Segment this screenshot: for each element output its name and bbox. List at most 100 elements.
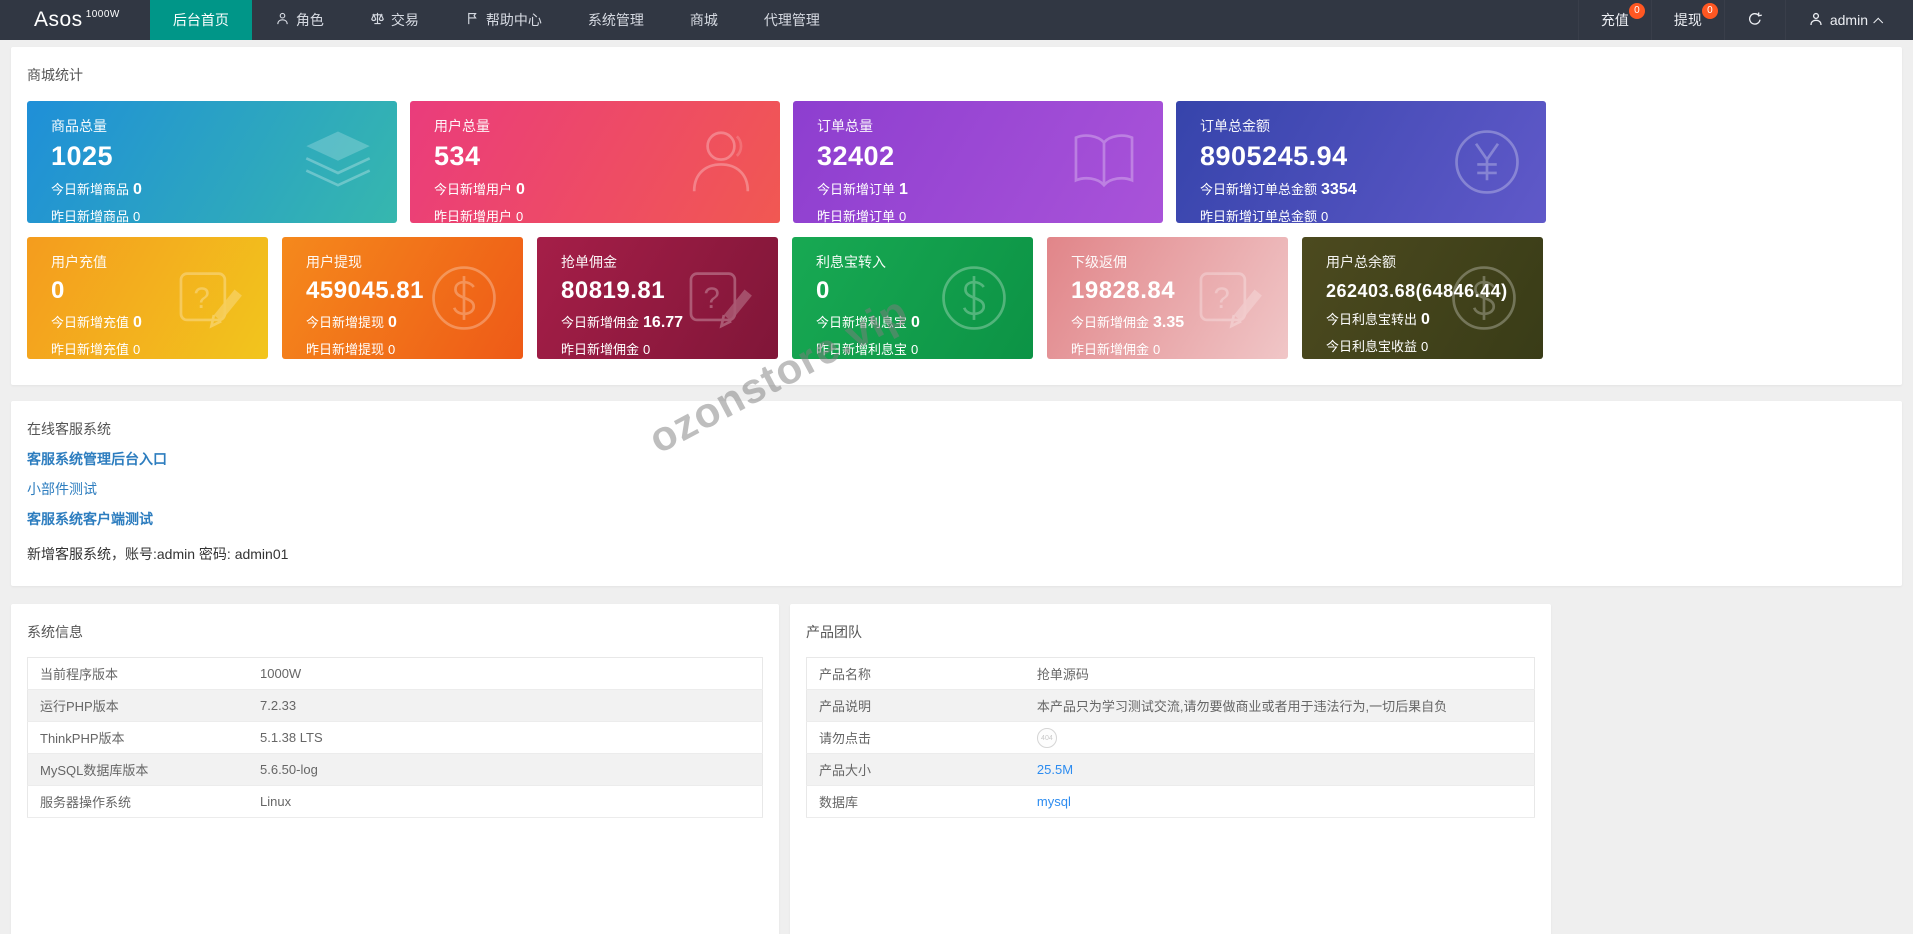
stat-card-subline: 今日利息宝收益0 — [1326, 336, 1543, 355]
product-team-panel: 产品团队 产品名称抢单源码产品说明本产品只为学习测试交流,请勿要做商业或者用于违… — [790, 604, 1551, 934]
table-row: MySQL数据库版本5.6.50-log — [28, 754, 763, 786]
row-label: 运行PHP版本 — [28, 690, 249, 722]
row-label: 产品名称 — [807, 658, 1025, 690]
logo-text: Asos — [34, 8, 83, 32]
table-row: 请勿点击 404 — [807, 722, 1535, 754]
navbar-right: 充值 0 提现 0 admin — [1578, 0, 1913, 40]
row-value: 5.6.50-log — [248, 754, 763, 786]
subline-label: 今日新增订单总金额 — [1200, 182, 1317, 197]
value-text: Linux — [260, 794, 291, 809]
stat-card-subline: 昨日新增订单总金额0 — [1200, 206, 1546, 223]
subline-value: 0 — [133, 209, 140, 223]
row-value: 25.5M — [1025, 754, 1535, 786]
subline-value: 0 — [1321, 209, 1328, 223]
product-team-heading: 产品团队 — [806, 622, 1535, 642]
row-value: Linux — [248, 786, 763, 818]
subline-value: 3354 — [1321, 181, 1357, 198]
broken-image-404-icon[interactable]: 404 — [1037, 728, 1057, 748]
nav-item-label: 角色 — [296, 10, 324, 30]
service-link[interactable]: 客服系统客户端测试 — [27, 509, 1886, 529]
nav-item-help-center[interactable]: 帮助中心 — [442, 0, 565, 40]
recharge-button[interactable]: 充值 0 — [1578, 0, 1651, 40]
refresh-button[interactable] — [1724, 0, 1785, 40]
subline-value: 1 — [899, 181, 908, 198]
product-team-table: 产品名称抢单源码产品说明本产品只为学习测试交流,请勿要做商业或者用于违法行为,一… — [806, 657, 1535, 818]
value-link[interactable]: 25.5M — [1037, 762, 1073, 777]
user-menu[interactable]: admin — [1785, 0, 1903, 40]
dollar-icon — [935, 259, 1013, 337]
stat-card: 商品总量1025今日新增商品0昨日新增商品0 — [27, 101, 397, 223]
scales-icon — [370, 11, 385, 29]
service-link[interactable]: 客服系统管理后台入口 — [27, 449, 1886, 469]
table-row: 产品大小25.5M — [807, 754, 1535, 786]
table-row: 服务器操作系统Linux — [28, 786, 763, 818]
stat-card-subline: 昨日新增提现0 — [306, 339, 523, 358]
stat-card: 订单总量32402今日新增订单1昨日新增订单0 — [793, 101, 1163, 223]
stat-card-subline: 昨日新增佣金0 — [561, 339, 778, 358]
nav-item-agent[interactable]: 代理管理 — [741, 0, 843, 40]
online-service-panel: 在线客服系统 客服系统管理后台入口小部件测试客服系统客户端测试 新增客服系统，账… — [11, 401, 1902, 586]
nav-item-label: 后台首页 — [173, 10, 229, 30]
subline-label: 今日新增利息宝 — [816, 315, 907, 330]
row-value: 抢单源码 — [1025, 658, 1535, 690]
service-account-note: 新增客服系统，账号:admin 密码: admin01 — [27, 544, 1886, 564]
nav-item-home[interactable]: 后台首页 — [150, 0, 252, 40]
main-nav: 后台首页 角色 交易 帮助中心 系统管理商城代理管理 — [150, 0, 843, 40]
table-row: 产品说明本产品只为学习测试交流,请勿要做商业或者用于违法行为,一切后果自负 — [807, 690, 1535, 722]
nav-item-label: 交易 — [391, 10, 419, 30]
bottom-panels: 系统信息 当前程序版本1000W运行PHP版本7.2.33ThinkPHP版本5… — [11, 604, 1902, 934]
nav-item-label: 帮助中心 — [486, 10, 542, 30]
subline-value: 3.35 — [1153, 314, 1184, 331]
subline-value: 0 — [1421, 311, 1430, 328]
nav-item-system[interactable]: 系统管理 — [565, 0, 667, 40]
stat-card: 用户提现459045.81今日新增提现0昨日新增提现0 — [282, 237, 523, 359]
chevron-up-icon — [1873, 17, 1883, 27]
subline-label: 昨日新增充值 — [51, 342, 129, 357]
stat-card: 用户充值0今日新增充值0昨日新增充值0? — [27, 237, 268, 359]
user-icon — [682, 123, 760, 201]
withdraw-label: 提现 — [1674, 10, 1702, 30]
user-icon — [1808, 11, 1824, 30]
stat-card: 下级返佣19828.84今日新增佣金3.35昨日新增佣金0? — [1047, 237, 1288, 359]
subline-value: 0 — [899, 209, 906, 223]
person-icon — [275, 11, 290, 29]
mall-stats-panel: 商城统计 商品总量1025今日新增商品0昨日新增商品0用户总量534今日新增用户… — [11, 47, 1902, 385]
subline-label: 昨日新增佣金 — [1071, 342, 1149, 357]
subline-value: 0 — [388, 314, 397, 331]
table-row: 当前程序版本1000W — [28, 658, 763, 690]
row-value: 1000W — [248, 658, 763, 690]
subline-label: 今日新增充值 — [51, 315, 129, 330]
nav-item-trade[interactable]: 交易 — [347, 0, 442, 40]
service-link[interactable]: 小部件测试 — [27, 479, 1886, 499]
subline-value: 0 — [1421, 339, 1428, 354]
flag-icon — [465, 11, 480, 29]
row-label: 请勿点击 — [807, 722, 1025, 754]
stats-cards-row2: 用户充值0今日新增充值0昨日新增充值0?用户提现459045.81今日新增提现0… — [27, 237, 1886, 359]
system-info-panel: 系统信息 当前程序版本1000W运行PHP版本7.2.33ThinkPHP版本5… — [11, 604, 779, 934]
subline-value: 0 — [133, 314, 142, 331]
book-icon — [1065, 123, 1143, 201]
value-link[interactable]: mysql — [1037, 794, 1071, 809]
table-row: 数据库mysql — [807, 786, 1535, 818]
subline-label: 今日新增订单 — [817, 182, 895, 197]
edit-icon: ? — [170, 259, 248, 337]
value-text: 5.6.50-log — [260, 762, 318, 777]
table-row: ThinkPHP版本5.1.38 LTS — [28, 722, 763, 754]
stat-card: 订单总金额8905245.94今日新增订单总金额3354昨日新增订单总金额0 — [1176, 101, 1546, 223]
subline-value: 0 — [1153, 342, 1160, 357]
row-value: 5.1.38 LTS — [248, 722, 763, 754]
nav-item-roles[interactable]: 角色 — [252, 0, 347, 40]
stat-card-subline: 昨日新增商品0 — [51, 206, 397, 223]
subline-label: 今日新增佣金 — [561, 315, 639, 330]
value-text: 本产品只为学习测试交流,请勿要做商业或者用于违法行为,一切后果自负 — [1037, 699, 1447, 714]
subline-value: 0 — [911, 342, 918, 357]
row-value: 7.2.33 — [248, 690, 763, 722]
withdraw-button[interactable]: 提现 0 — [1651, 0, 1724, 40]
system-info-heading: 系统信息 — [27, 622, 763, 642]
table-row: 产品名称抢单源码 — [807, 658, 1535, 690]
username: admin — [1830, 12, 1868, 28]
nav-item-mall[interactable]: 商城 — [667, 0, 741, 40]
value-text: 1000W — [260, 666, 301, 681]
app-logo[interactable]: Asos 1000W — [0, 0, 150, 40]
service-links: 客服系统管理后台入口小部件测试客服系统客户端测试 — [27, 449, 1886, 529]
